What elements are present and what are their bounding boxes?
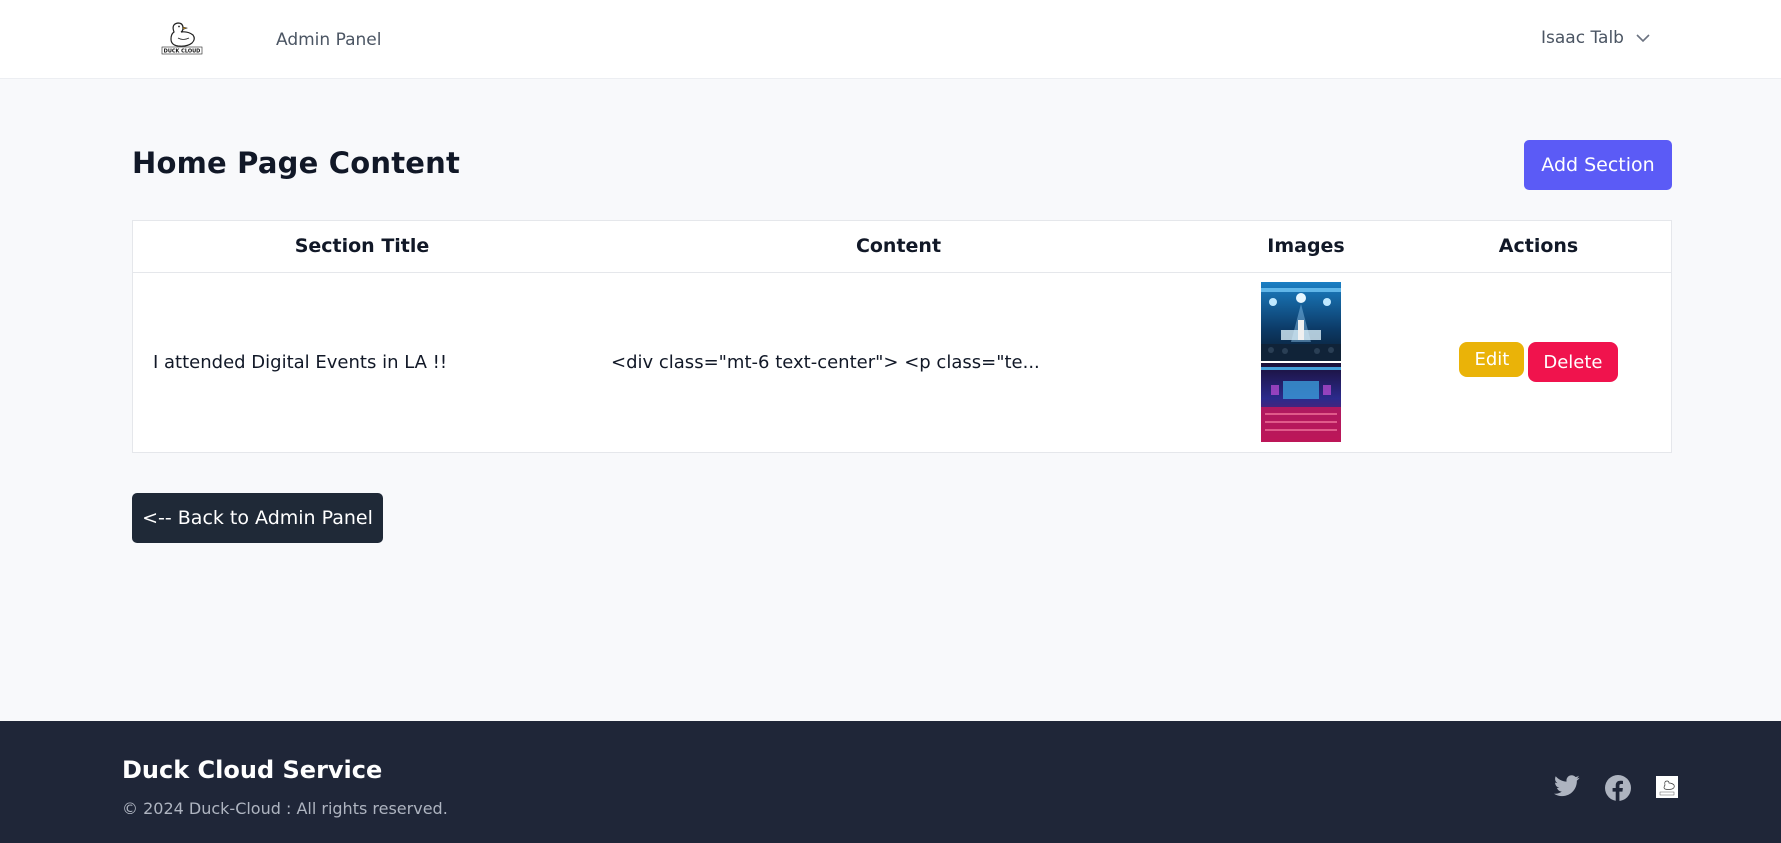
header-images: Images [1206, 221, 1406, 273]
facebook-icon[interactable] [1605, 775, 1631, 805]
section-images-cell [1206, 272, 1406, 452]
duck-cloud-icon[interactable] [1656, 776, 1678, 798]
admin-panel-link[interactable]: Admin Panel [276, 30, 381, 50]
section-title-cell: I attended Digital Events in LA !! [153, 351, 448, 373]
chevron-down-icon [1636, 28, 1650, 48]
duck-cloud-logo[interactable]: DUCK CLOUD [160, 18, 204, 56]
logo-text: DUCK CLOUD [164, 49, 201, 55]
footer-title: Duck Cloud Service [122, 756, 383, 784]
table-header-row: Section Title Content Images Actions [133, 221, 1671, 273]
section-content-cell: <div class="mt-6 text-center"> <p class=… [611, 351, 1040, 373]
event-hall-photo[interactable] [1261, 363, 1341, 443]
back-to-admin-button[interactable]: <-- Back to Admin Panel [132, 493, 383, 543]
top-navbar: DUCK CLOUD Admin Panel Isaac Talb [0, 0, 1781, 79]
delete-button[interactable]: Delete [1528, 342, 1618, 383]
add-section-button[interactable]: Add Section [1524, 140, 1672, 190]
edit-button[interactable]: Edit [1459, 342, 1525, 378]
user-name: Isaac Talb [1541, 28, 1624, 48]
header-content: Content [591, 221, 1206, 273]
concert-stage-photo[interactable] [1261, 282, 1341, 362]
header-actions: Actions [1406, 221, 1671, 273]
twitter-icon[interactable] [1554, 775, 1580, 801]
header-section-title: Section Title [133, 221, 591, 273]
user-menu-dropdown[interactable]: Isaac Talb [1541, 28, 1650, 48]
footer: Duck Cloud Service © 2024 Duck-Cloud : A… [0, 721, 1781, 843]
page-title: Home Page Content [132, 146, 461, 180]
footer-copyright: © 2024 Duck-Cloud : All rights reserved. [122, 799, 448, 818]
table-row: I attended Digital Events in LA !! <div … [133, 272, 1671, 452]
section-actions-cell: Edit Delete [1406, 272, 1671, 452]
sections-table: Section Title Content Images Actions I a… [132, 220, 1672, 453]
